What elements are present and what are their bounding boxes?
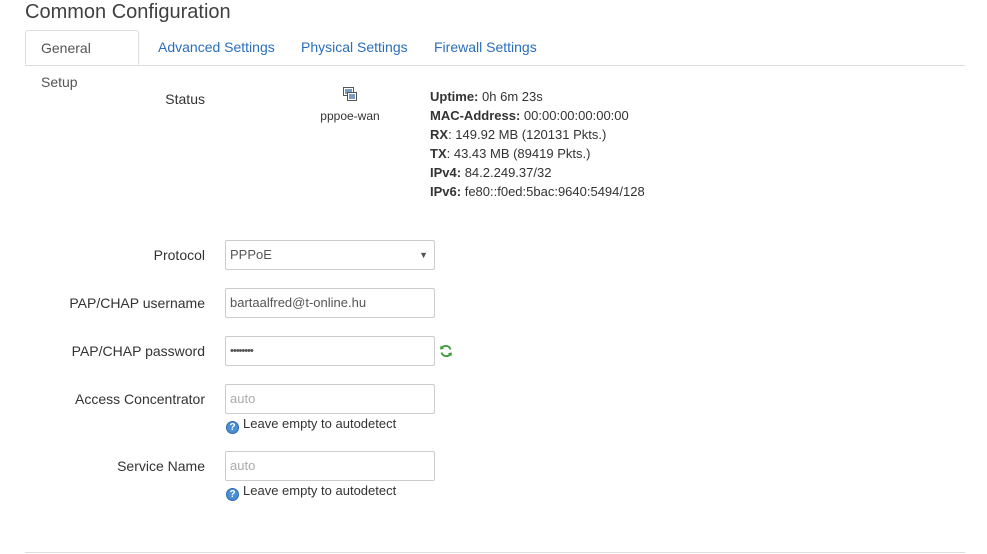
chevron-down-icon: ▼: [419, 250, 428, 260]
service-name-field[interactable]: auto: [225, 451, 435, 481]
interface-config-page: Common Configuration General Setup Advan…: [0, 0, 987, 554]
mac-line: MAC-Address: 00:00:00:00:00:00: [430, 106, 645, 125]
status-label: Status: [165, 91, 205, 107]
protocol-selected-value: PPPoE: [230, 247, 272, 262]
tab-advanced-settings[interactable]: Advanced Settings: [158, 30, 275, 65]
mac-label: MAC-Address:: [430, 108, 521, 123]
protocol-label: Protocol: [153, 247, 205, 263]
ipv6-value: fe80::f0ed:5bac:9640:5494/128: [464, 184, 645, 199]
rx-value: : 149.92 MB (120131 Pkts.): [448, 127, 607, 142]
section-title: Common Configuration: [25, 1, 231, 23]
rx-line: RX: 149.92 MB (120131 Pkts.): [430, 125, 645, 144]
protocol-select[interactable]: PPPoE ▼: [225, 240, 435, 270]
ipv4-line: IPv4: 84.2.249.37/32: [430, 163, 645, 182]
refresh-reveal-icon[interactable]: [439, 344, 453, 358]
uptime-label: Uptime:: [430, 89, 479, 104]
password-label: PAP/CHAP password: [71, 343, 205, 359]
tx-label: TX: [430, 146, 447, 161]
service-name-hint-text: Leave empty to autodetect: [243, 483, 397, 498]
access-concentrator-field[interactable]: auto: [225, 384, 435, 414]
tx-value: : 43.43 MB (89419 Pkts.): [446, 146, 591, 161]
section-divider: [25, 552, 965, 553]
info-icon: ?: [226, 421, 239, 434]
info-icon: ?: [226, 488, 239, 501]
access-concentrator-hint: ? Leave empty to autodetect: [226, 416, 396, 434]
rx-label: RX: [430, 127, 449, 142]
username-field[interactable]: bartaalfred@t-online.hu: [225, 288, 435, 318]
access-concentrator-hint-text: Leave empty to autodetect: [243, 416, 397, 431]
ipv6-label: IPv6:: [430, 184, 462, 199]
config-tabs: General Setup Advanced Settings Physical…: [25, 30, 965, 90]
interface-status-badge: pppoe-wan: [320, 86, 380, 123]
access-concentrator-label: Access Concentrator: [75, 391, 205, 407]
service-name-hint: ? Leave empty to autodetect: [226, 483, 396, 501]
mac-value: 00:00:00:00:00:00: [523, 108, 629, 123]
uptime-line: Uptime: 0h 6m 23s: [430, 87, 645, 106]
interface-status-details: Uptime: 0h 6m 23s MAC-Address: 00:00:00:…: [430, 87, 645, 201]
ipv6-line: IPv6: fe80::f0ed:5bac:9640:5494/128: [430, 182, 645, 201]
tab-physical-settings[interactable]: Physical Settings: [301, 30, 408, 65]
ipv4-value: 84.2.249.37/32: [464, 165, 552, 180]
tx-line: TX: 43.43 MB (89419 Pkts.): [430, 144, 645, 163]
tab-general-setup[interactable]: General Setup: [25, 30, 139, 90]
interface-name: pppoe-wan: [320, 109, 380, 123]
username-label: PAP/CHAP username: [69, 295, 205, 311]
tab-firewall-settings[interactable]: Firewall Settings: [434, 30, 537, 65]
ipv4-label: IPv4:: [430, 165, 462, 180]
service-name-label: Service Name: [117, 458, 205, 474]
network-interface-icon: [343, 87, 357, 101]
password-field[interactable]: ••••••••: [225, 336, 435, 366]
uptime-value: 0h 6m 23s: [482, 89, 543, 104]
